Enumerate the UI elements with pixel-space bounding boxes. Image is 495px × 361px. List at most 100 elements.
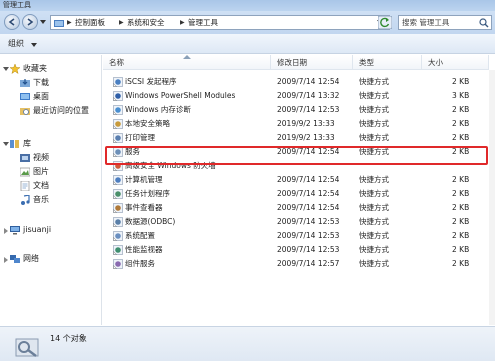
file-modified: 2009/7/14 12:53 — [277, 105, 340, 114]
iscsi-icon — [113, 77, 123, 87]
file-modified: 2009/7/14 13:32 — [277, 91, 340, 100]
file-row[interactable]: Windows 内存诊断 2009/7/14 12:53 快捷方式 2 KB — [103, 104, 495, 116]
file-modified: 2009/7/14 12:53 — [277, 217, 340, 226]
file-name: 高级安全 Windows 防火墙 — [125, 161, 216, 170]
file-size: 2 KB — [452, 77, 470, 86]
vertical-scrollbar[interactable] — [489, 70, 495, 325]
nav-libraries-label: 库 — [23, 139, 31, 148]
column-header-label: 修改日期 — [277, 58, 307, 67]
file-row[interactable]: Windows PowerShell Modules 2009/7/14 13:3… — [103, 90, 495, 102]
collapse-arrow-icon[interactable] — [3, 141, 9, 147]
event-viewer-icon — [113, 203, 123, 213]
file-size: 2 KB — [452, 105, 470, 114]
file-modified: 2009/7/14 12:54 — [277, 175, 340, 184]
nav-computer-label: jisuanji — [23, 225, 52, 234]
documents-library-icon — [20, 181, 30, 191]
network-icon — [10, 255, 20, 263]
details-pane: 14 个对象 — [0, 326, 495, 361]
nav-item-label: 文档 — [33, 181, 49, 190]
file-type: 快捷方式 — [359, 231, 389, 240]
file-row[interactable]: 打印管理 2019/9/2 13:33 快捷方式 2 KB — [103, 132, 495, 144]
breadcrumb-control-panel[interactable]: 控制面板 — [75, 18, 105, 28]
file-name: iSCSI 发起程序 — [125, 77, 177, 86]
file-row[interactable]: 系统配置 2009/7/14 12:53 快捷方式 2 KB — [103, 230, 495, 242]
expand-arrow-icon[interactable] — [3, 257, 9, 263]
recent-places-icon — [20, 108, 30, 115]
file-type: 快捷方式 — [359, 147, 389, 156]
file-row[interactable]: 本地安全策略 2019/9/2 13:33 快捷方式 2 KB — [103, 118, 495, 130]
nav-item-label: 图片 — [33, 167, 49, 176]
back-button[interactable] — [4, 14, 20, 30]
sort-arrow-icon — [183, 55, 191, 59]
column-header-modified[interactable]: 修改日期 — [271, 55, 353, 70]
file-name: 计算机管理 — [125, 175, 163, 184]
chevron-down-icon[interactable] — [31, 43, 37, 47]
library-icon — [10, 140, 19, 148]
title-bar: 管理工具 — [0, 0, 495, 11]
expand-arrow-icon[interactable] — [3, 228, 9, 234]
column-header-type[interactable]: 类型 — [353, 55, 422, 70]
forward-button[interactable] — [22, 14, 38, 30]
file-name: 性能监视器 — [125, 245, 163, 254]
file-row[interactable]: 服务 2009/7/14 12:54 快捷方式 2 KB — [103, 146, 495, 158]
breadcrumb-separator-icon[interactable]: ▶ — [67, 19, 72, 26]
desktop-icon — [20, 93, 30, 100]
back-arrow-icon — [8, 18, 15, 26]
file-row[interactable]: 组件服务 2009/7/14 12:57 快捷方式 2 KB — [103, 258, 495, 270]
file-name: 系统配置 — [125, 231, 155, 240]
nav-favorites-label: 收藏夹 — [23, 64, 47, 73]
file-modified: 2009/7/14 12:57 — [277, 259, 340, 268]
file-size: 2 KB — [452, 217, 470, 226]
nav-item-label: 视频 — [33, 153, 49, 162]
file-type: 快捷方式 — [359, 91, 389, 100]
services-icon — [113, 147, 123, 157]
performance-monitor-icon — [113, 245, 123, 255]
file-type: 快捷方式 — [359, 77, 389, 86]
file-name: 组件服务 — [125, 259, 155, 268]
file-type: 快捷方式 — [359, 203, 389, 212]
file-name: 服务 — [125, 147, 140, 156]
collapse-arrow-icon[interactable] — [3, 66, 9, 72]
breadcrumb-separator-icon[interactable]: ▶ — [119, 19, 124, 26]
file-name: 打印管理 — [125, 133, 155, 142]
address-bar[interactable]: ▶ 控制面板 ▶ 系统和安全 ▶ 管理工具 — [50, 15, 390, 30]
recent-pages-dropdown-icon[interactable] — [40, 20, 46, 25]
organize-menu[interactable]: 组织 — [8, 39, 24, 49]
file-row[interactable]: 数据源(ODBC) 2009/7/14 12:53 快捷方式 2 KB — [103, 216, 495, 228]
file-row[interactable]: iSCSI 发起程序 2009/7/14 12:54 快捷方式 2 KB — [103, 76, 495, 88]
breadcrumb-admin-tools[interactable]: 管理工具 — [188, 18, 218, 28]
file-size: 3 KB — [452, 91, 470, 100]
file-modified: 2009/7/14 12:54 — [277, 203, 340, 212]
file-size: 2 KB — [452, 245, 470, 254]
file-list: 名称 修改日期 类型 大小 iSCSI 发起程序 2009/7/14 12:54 快… — [103, 55, 495, 325]
nav-item-label: 下载 — [33, 78, 49, 87]
search-icon[interactable] — [479, 18, 489, 28]
column-header-name[interactable]: 名称 — [103, 55, 271, 70]
refresh-icon[interactable] — [378, 16, 392, 29]
breadcrumb-separator-icon[interactable]: ▶ — [180, 19, 185, 26]
file-row[interactable]: 计算机管理 2009/7/14 12:54 快捷方式 2 KB — [103, 174, 495, 186]
nav-item-label: 音乐 — [33, 195, 49, 204]
search-input[interactable]: 搜索 管理工具 — [398, 15, 492, 30]
navigation-pane: 收藏夹 下载 桌面 最近访问的位置 库 视频 图片 文档 音乐 jisuanji — [0, 55, 102, 325]
file-type: 快捷方式 — [359, 175, 389, 184]
file-modified: 2019/9/2 13:33 — [277, 119, 335, 128]
file-name: 数据源(ODBC) — [125, 217, 176, 226]
nav-item-label: 桌面 — [33, 92, 49, 101]
system-config-icon — [113, 231, 123, 241]
file-row[interactable]: 高级安全 Windows 防火墙 — [103, 160, 495, 172]
file-row[interactable]: 事件查看器 2009/7/14 12:54 快捷方式 2 KB — [103, 202, 495, 214]
file-row[interactable]: 性能监视器 2009/7/14 12:53 快捷方式 2 KB — [103, 244, 495, 256]
file-size: 2 KB — [452, 203, 470, 212]
breadcrumb-system-security[interactable]: 系统和安全 — [127, 18, 165, 28]
computer-management-icon — [113, 175, 123, 185]
address-row: ▶ 控制面板 ▶ 系统和安全 ▶ 管理工具 搜索 管理工具 — [0, 11, 495, 34]
column-header-size[interactable]: 大小 — [422, 55, 489, 70]
file-type: 快捷方式 — [359, 189, 389, 198]
file-name: 本地安全策略 — [125, 119, 170, 128]
file-name: Windows PowerShell Modules — [125, 91, 236, 100]
file-size: 2 KB — [452, 231, 470, 240]
file-row[interactable]: 任务计划程序 2009/7/14 12:54 快捷方式 2 KB — [103, 188, 495, 200]
window-title: 管理工具 — [3, 1, 31, 9]
column-header-label: 大小 — [428, 58, 443, 67]
